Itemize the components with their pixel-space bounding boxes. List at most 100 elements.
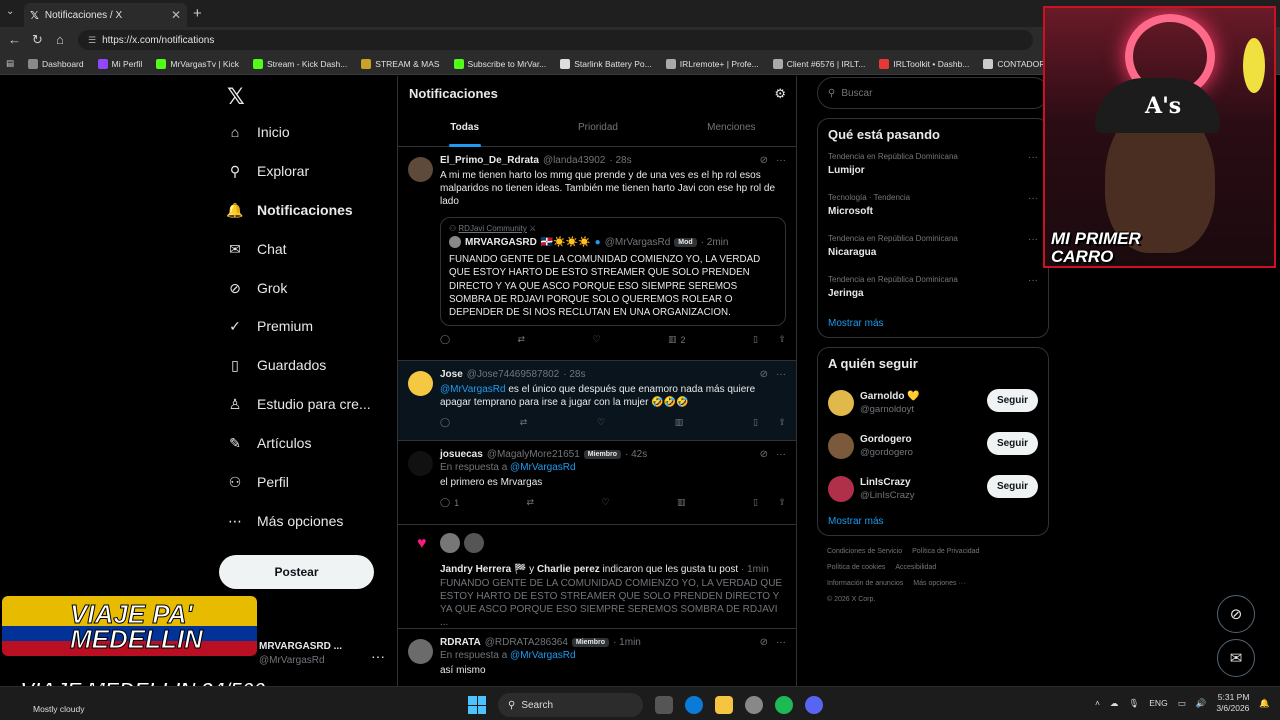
mention-link[interactable]: @MrVargasRd (440, 384, 506, 395)
chrome-icon[interactable] (745, 696, 763, 714)
tab-todas[interactable]: Todas (398, 118, 531, 147)
account-more-icon[interactable]: ··· (371, 648, 385, 664)
nav-item-inicio[interactable]: ⌂ Inicio (227, 124, 290, 140)
author-name[interactable]: El_Primo_De_Rdrata (440, 155, 539, 166)
post-item[interactable]: RDRATA @RDRATA286364 Miembro · 1min ⊘ ···… (398, 629, 796, 686)
reload-icon[interactable]: ↻ (32, 32, 43, 48)
follow-show-more[interactable]: Mostrar más (828, 516, 1038, 527)
avatar[interactable] (408, 371, 433, 396)
follow-suggestion[interactable]: Garnoldo 💛 @garnoldoyt Seguir (828, 381, 1038, 424)
bookmark-item[interactable]: Client #6576 | IRLT... (772, 58, 865, 69)
bookmark-item[interactable]: STREAM & MAS (361, 58, 440, 69)
post-item[interactable]: Jose @Jose74469587802 · 28s ⊘ ··· @MrVarg… (398, 361, 796, 441)
avatar[interactable] (464, 533, 484, 553)
weather-widget[interactable]: Mostly cloudy (33, 704, 85, 714)
trend-item[interactable]: Tecnología · Tendencia Microsoft ··· (828, 193, 1038, 234)
post-more-icon[interactable]: ··· (776, 449, 786, 460)
avatar[interactable] (408, 639, 433, 664)
follow-suggestion[interactable]: LinIsCrazy @LinIsCrazy Seguir (828, 467, 1038, 510)
footer-link[interactable]: © 2026 X Corp. (827, 596, 875, 603)
x-logo-icon[interactable]: 𝕏 (227, 84, 245, 110)
edge-icon[interactable] (685, 696, 703, 714)
views-icon[interactable]: ▥ (675, 417, 684, 428)
bookmark-item[interactable]: Subscribe to MrVar... (453, 58, 546, 69)
share-icon[interactable]: ⇪ (778, 497, 786, 508)
trend-more-icon[interactable]: ··· (1028, 193, 1038, 204)
trend-more-icon[interactable]: ··· (1028, 275, 1038, 286)
community-label[interactable]: ⚇ RDJavi Community ⚔ (449, 224, 777, 233)
post-more-icon[interactable]: ··· (776, 369, 786, 380)
bookmark-icon[interactable]: ▯ (753, 417, 758, 428)
reply-to-link[interactable]: @MrVargasRd (510, 650, 576, 661)
language-indicator[interactable]: ENG (1149, 698, 1167, 708)
reply-icon[interactable]: ◯ 1 (440, 497, 459, 508)
bookmark-item[interactable]: IRLremote+ | Profe... (665, 58, 759, 69)
post-item[interactable]: El_Primo_De_Rdrata @landa43902 · 28s ⊘ ··… (398, 147, 796, 361)
home-browser-icon[interactable]: ⌂ (56, 32, 64, 47)
views-icon[interactable]: ▥ 2 (668, 334, 686, 345)
trend-item[interactable]: Tendencia en República Dominicana Jeringa… (828, 275, 1038, 316)
close-tab-icon[interactable]: ✕ (171, 8, 181, 22)
clock[interactable]: 5:31 PM 3/6/2026 (1216, 692, 1249, 714)
like-notification[interactable]: ♥ Jandry Herrera 🏁 y Charlie perez indic… (398, 525, 796, 629)
nav-item-chat[interactable]: ✉ Chat (227, 241, 286, 258)
network-icon[interactable]: ▭ (1178, 698, 1186, 709)
bookmark-item[interactable]: CONTADOR (983, 58, 1045, 69)
community-name[interactable]: RDJavi Community (458, 224, 526, 233)
repost-icon[interactable]: ⇄ (527, 497, 535, 508)
nav-item-más[interactable]: ⋯ Más opciones (227, 513, 343, 530)
browser-tab[interactable]: 𝕏 Notificaciones / X ✕ (24, 3, 187, 27)
bookmark-item[interactable]: Stream - Kick Dash... (252, 58, 347, 69)
footer-link[interactable]: Más opciones ··· (913, 580, 965, 587)
back-icon[interactable]: ← (8, 32, 21, 47)
follow-button[interactable]: Seguir (987, 475, 1038, 498)
nav-item-notificaciones[interactable]: 🔔 Notificaciones (226, 202, 352, 219)
avatar[interactable] (828, 475, 854, 502)
footer-link[interactable]: Accesibilidad (895, 564, 936, 571)
search-input[interactable]: ⚲ Buscar (817, 77, 1049, 109)
follow-button[interactable]: Seguir (987, 389, 1038, 412)
footer-link[interactable]: Política de Privacidad (912, 548, 979, 555)
nav-item-guardados[interactable]: ▯ Guardados (227, 357, 326, 374)
trend-item[interactable]: Tendencia en República Dominicana Lumijor… (828, 152, 1038, 193)
repost-icon[interactable]: ⇄ (520, 417, 528, 428)
follow-suggestion[interactable]: Gordogero @gordogero Seguir (828, 424, 1038, 467)
account-switcher[interactable]: MRVARGASRD ... @MrVargasRd (259, 641, 342, 666)
notification-bell-icon[interactable]: 🔔 (1259, 698, 1270, 709)
bookmarks-menu-icon[interactable]: ▤ (6, 58, 14, 69)
nav-item-artículos[interactable]: ✎ Artículos (227, 435, 311, 452)
post-more-icon[interactable]: ··· (776, 637, 786, 648)
grok-icon[interactable]: ⊘ (760, 637, 768, 648)
views-icon[interactable]: ▥ (677, 497, 686, 508)
url-input[interactable]: ☰ https://x.com/notifications (78, 30, 1033, 50)
like-icon[interactable]: ♡ (602, 497, 610, 508)
follow-button[interactable]: Seguir (987, 432, 1038, 455)
bookmark-icon[interactable]: ▯ (753, 334, 758, 345)
settings-gear-icon[interactable]: ⚙ (774, 86, 786, 102)
bookmark-item[interactable]: IRLToolkit • Dashb... (879, 58, 969, 69)
tab-menu-icon[interactable]: ⌄ (6, 6, 14, 17)
bookmark-item[interactable]: Mi Perfil (97, 58, 142, 69)
bookmark-icon[interactable]: ▯ (753, 497, 758, 508)
tab-menciones[interactable]: Menciones (665, 118, 796, 147)
tray-chevron-icon[interactable]: ˄ (1095, 698, 1100, 708)
post-more-icon[interactable]: ··· (776, 155, 786, 166)
messages-fab-icon[interactable]: ✉ (1217, 639, 1255, 677)
windows-start-icon[interactable] (468, 696, 486, 714)
avatar[interactable] (828, 389, 854, 416)
author-name[interactable]: josuecas (440, 449, 483, 460)
nav-item-premium[interactable]: ✓ Premium (227, 318, 313, 335)
new-tab-icon[interactable]: + (193, 5, 202, 22)
onedrive-icon[interactable]: ☁ (1110, 698, 1119, 709)
spotify-icon[interactable] (775, 696, 793, 714)
tab-prioridad[interactable]: Prioridad (531, 118, 664, 147)
nav-item-estudio[interactable]: ♙ Estudio para cre... (227, 396, 371, 413)
avatar[interactable] (408, 157, 433, 182)
grok-fab-icon[interactable]: ⊘ (1217, 595, 1255, 633)
bookmark-item[interactable]: Starlink Battery Po... (560, 58, 652, 69)
reply-icon[interactable]: ◯ (440, 417, 450, 428)
volume-icon[interactable]: 🔊 (1196, 698, 1207, 709)
share-icon[interactable]: ⇪ (778, 334, 786, 345)
trend-more-icon[interactable]: ··· (1028, 234, 1038, 245)
liker-name[interactable]: Charlie perez (537, 564, 600, 575)
